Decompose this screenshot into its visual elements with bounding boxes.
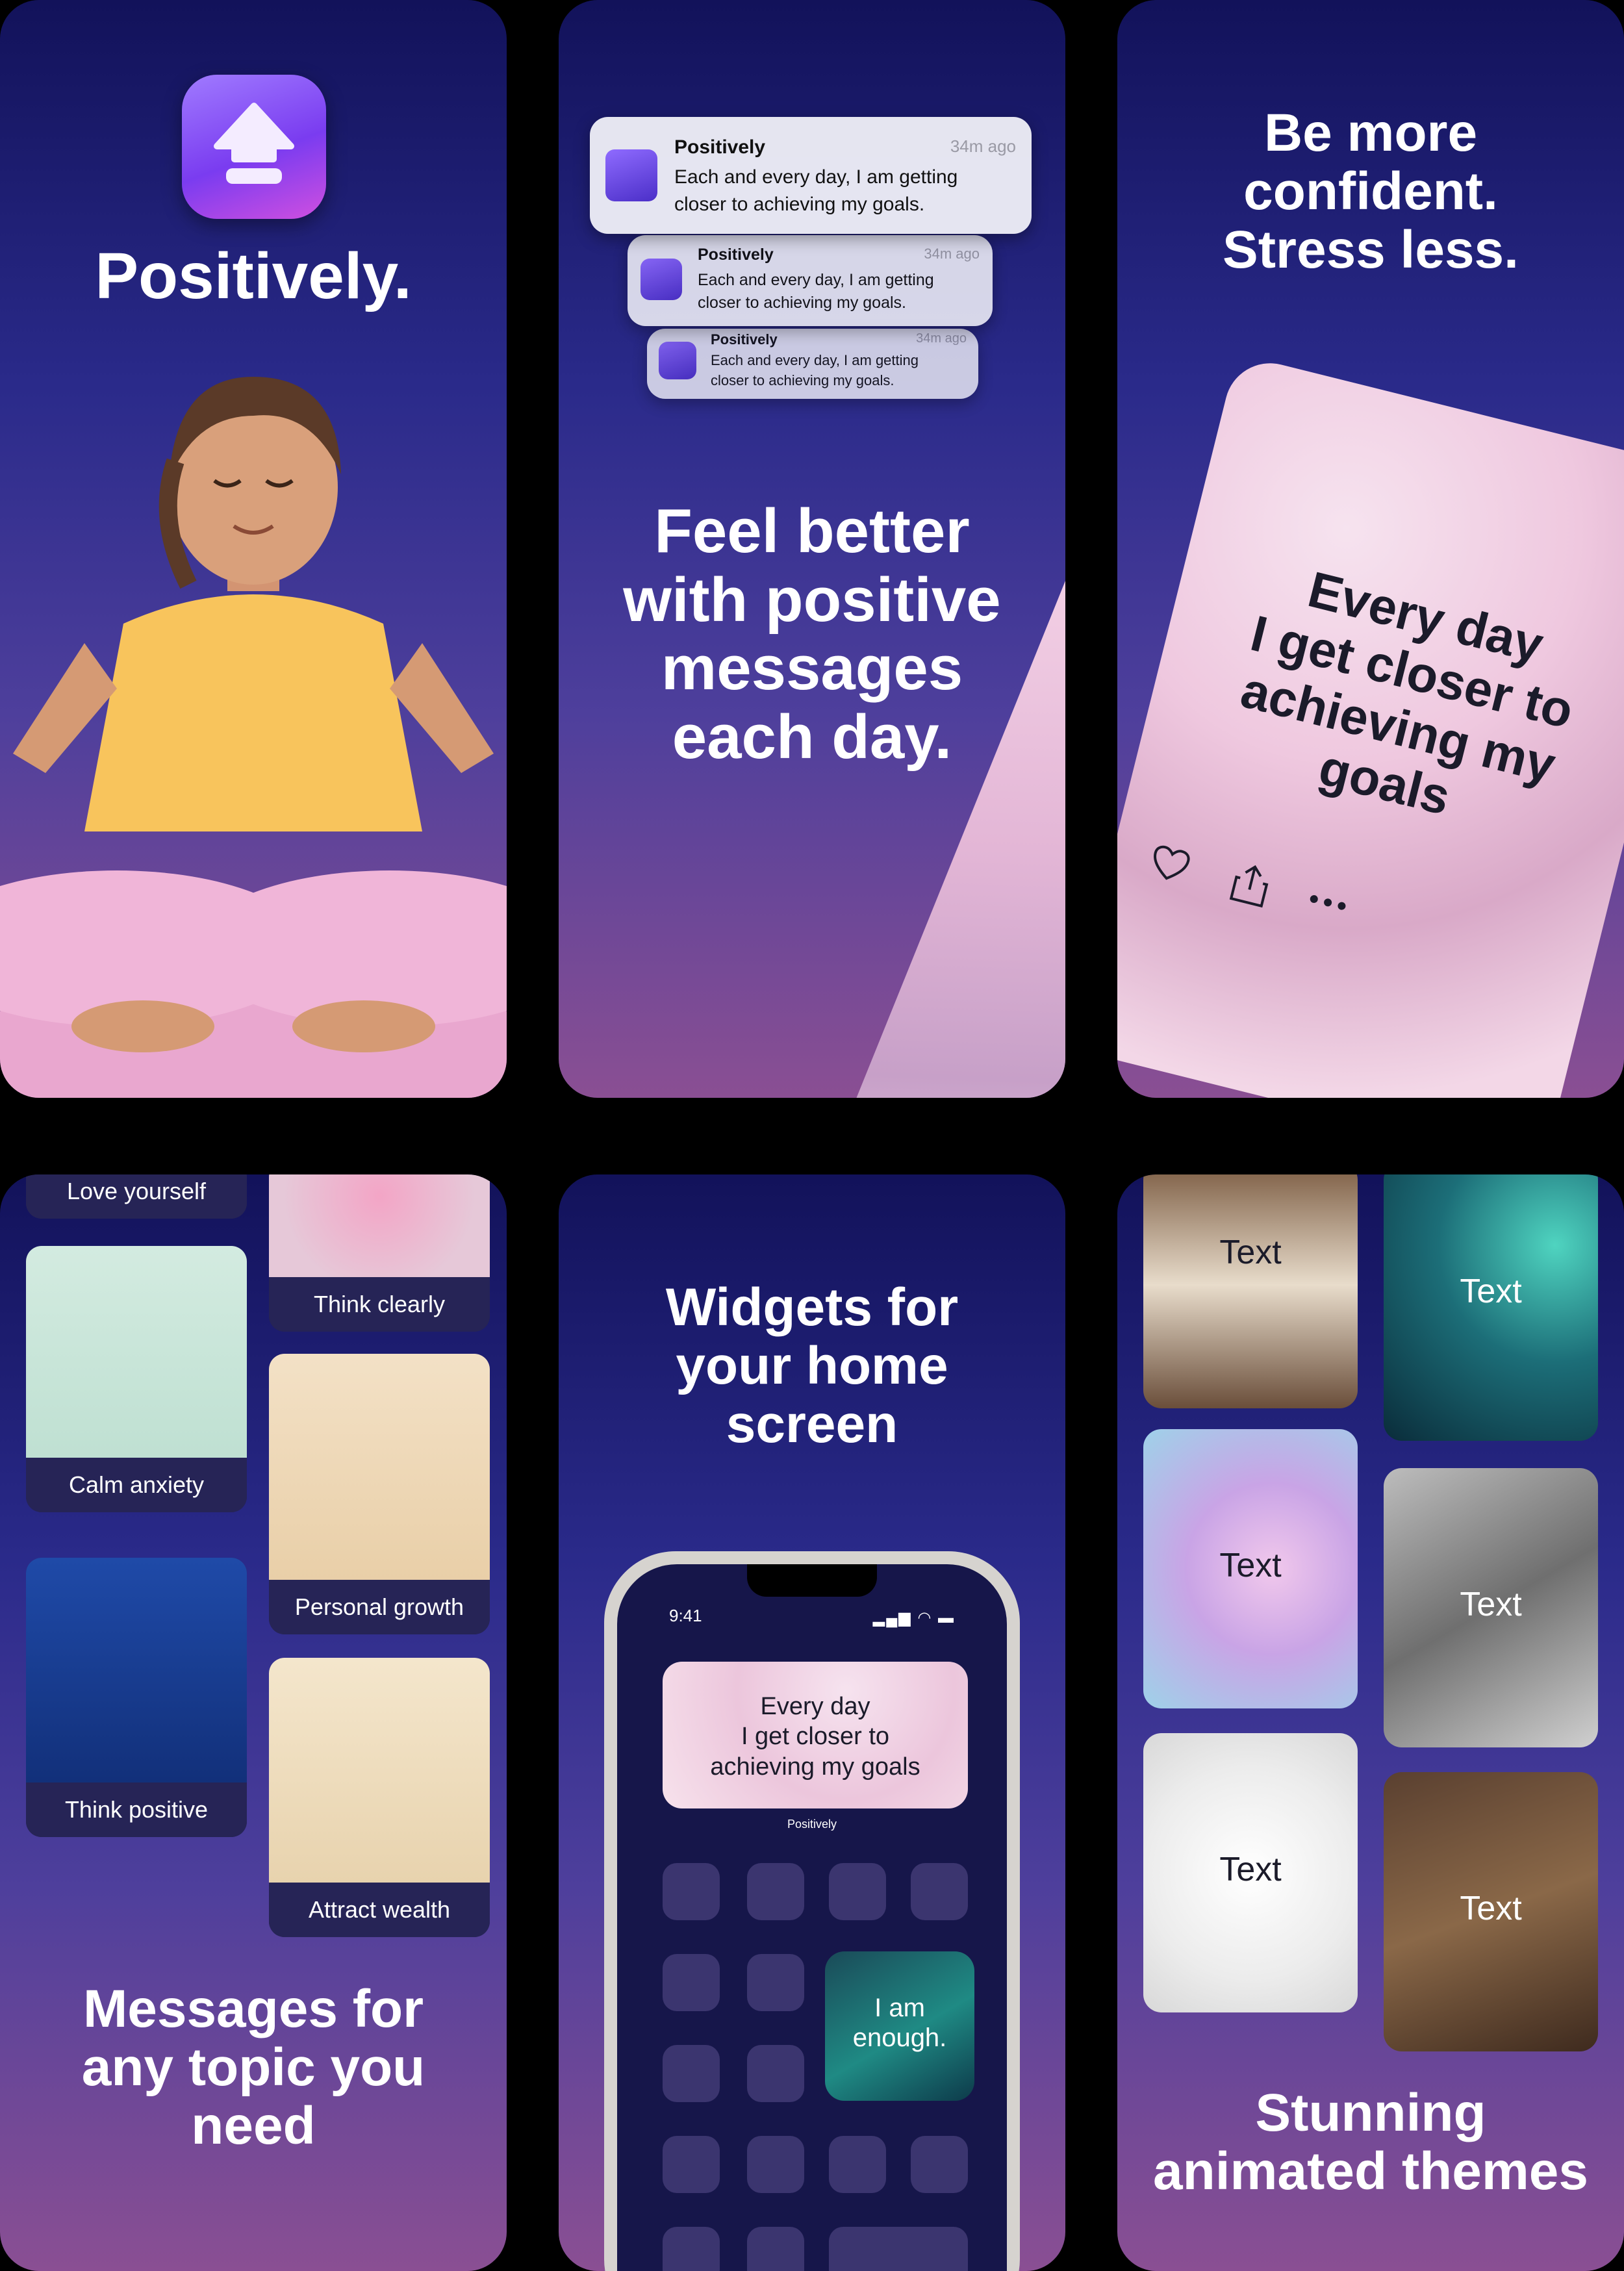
- screenshot-panel-widgets: Widgets for your home screen 9:41 ▂▄▆ ◠ ▬ …: [559, 1174, 1065, 2271]
- affirmation-text: Every day I get closer to achieving my goa…: [1236, 560, 1579, 826]
- panel-headline: Stunning animated themes: [1153, 2083, 1588, 2201]
- person-illustration: [269, 1354, 490, 1580]
- topic-card-love-yourself[interactable]: Love yourself: [26, 1174, 247, 1219]
- notification-app-name: Positively: [698, 246, 774, 264]
- topic-card-attract-wealth[interactable]: Attract wealth: [269, 1658, 490, 1937]
- share-icon[interactable]: [1228, 860, 1273, 909]
- app-notification-icon: [605, 149, 657, 201]
- topic-label: Think positive: [26, 1783, 247, 1837]
- theme-label: Text: [1460, 1890, 1522, 1927]
- dock-placeholder[interactable]: [829, 2227, 968, 2271]
- app-icon-placeholder[interactable]: [747, 1863, 804, 1920]
- arrow-up-icon: [214, 103, 294, 184]
- theme-card-crystal[interactable]: Text: [1143, 1429, 1358, 1708]
- app-icon-placeholder[interactable]: [663, 1863, 720, 1920]
- theme-card-cliff[interactable]: Text: [1143, 1174, 1358, 1408]
- topic-label: Love yourself: [26, 1174, 247, 1219]
- app-icon-placeholder[interactable]: [747, 2045, 804, 2102]
- notification-card[interactable]: Positively 34m ago Each and every day, I…: [647, 329, 978, 399]
- topic-label: Think clearly: [269, 1277, 490, 1332]
- topic-card-think-clearly[interactable]: Think clearly: [269, 1174, 490, 1332]
- notification-time: 34m ago: [950, 136, 1016, 156]
- widget-caption: Positively: [787, 1818, 837, 1831]
- theme-card-aurora[interactable]: Text: [1384, 1174, 1598, 1441]
- theme-label: Text: [1460, 1273, 1522, 1310]
- app-icon-placeholder[interactable]: [663, 2136, 720, 2193]
- notification-app-name: Positively: [711, 331, 778, 348]
- notification-card[interactable]: Positively 34m ago Each and every day, I…: [628, 235, 993, 326]
- affirmation-card[interactable]: Every day I get closer to achieving my goa…: [1117, 353, 1624, 1098]
- app-icon-placeholder[interactable]: [663, 2227, 720, 2271]
- app-icon-placeholder[interactable]: [829, 1863, 886, 1920]
- notification-time: 34m ago: [916, 331, 967, 346]
- theme-label: Text: [1219, 1547, 1282, 1584]
- app-icon-placeholder[interactable]: [911, 2136, 968, 2193]
- money-illustration: [269, 1658, 490, 1883]
- app-icon: [182, 75, 326, 219]
- plant-illustration: [26, 1246, 247, 1458]
- meditating-person-illustration: [0, 377, 507, 1098]
- topic-card-personal-growth[interactable]: Personal growth: [269, 1354, 490, 1634]
- app-icon-placeholder[interactable]: [911, 1863, 968, 1920]
- phone-mockup: 9:41 ▂▄▆ ◠ ▬ Every day I get closer to ach…: [604, 1551, 1020, 2271]
- theme-card-sand[interactable]: Text: [1384, 1468, 1598, 1747]
- theme-card-diamond[interactable]: Text: [1143, 1733, 1358, 2012]
- topic-label: Calm anxiety: [26, 1458, 247, 1512]
- theme-label: Text: [1219, 1851, 1282, 1888]
- theme-label: Text: [1460, 1586, 1522, 1623]
- notification-card[interactable]: Positively 34m ago Each and every day, I…: [590, 117, 1032, 234]
- screenshot-panel-themes: Text Text Text Text Text Text Stunning an…: [1117, 1174, 1624, 2271]
- panel-headline: Be more confident. Stress less.: [1223, 103, 1519, 280]
- more-options-icon[interactable]: [1308, 893, 1348, 912]
- notification-body: Each and every day, I am getting closer t…: [674, 166, 958, 215]
- notification-body: Each and every day, I am getting closer t…: [698, 271, 934, 312]
- phone-notch: [747, 1564, 877, 1597]
- app-title: Positively.: [95, 240, 412, 312]
- astronaut-dog-illustration: [26, 1558, 247, 1783]
- app-icon-placeholder[interactable]: [663, 1954, 720, 2011]
- app-icon-placeholder[interactable]: [663, 2045, 720, 2102]
- notification-time: 34m ago: [924, 246, 980, 262]
- screenshot-panel-intro: Positively.: [0, 0, 507, 1098]
- small-affirmation-widget[interactable]: I am enough.: [825, 1951, 974, 2101]
- topic-card-calm-anxiety[interactable]: Calm anxiety: [26, 1246, 247, 1512]
- status-icons: ▂▄▆ ◠ ▬: [872, 1609, 955, 1627]
- heart-icon[interactable]: [1147, 842, 1193, 887]
- notification-app-name: Positively: [674, 136, 766, 158]
- affirmation-widget[interactable]: Every day I get closer to achieving my goa…: [663, 1662, 968, 1808]
- brain-illustration: [269, 1174, 490, 1277]
- notification-body: Each and every day, I am getting closer t…: [711, 352, 919, 388]
- status-time: 9:41: [669, 1606, 702, 1625]
- screenshot-panel-confidence: Be more confident. Stress less. Every day I…: [1117, 0, 1624, 1098]
- app-notification-icon: [641, 259, 682, 300]
- panel-headline: Feel better with positive messages each da…: [623, 496, 1001, 772]
- app-icon-placeholder[interactable]: [747, 2136, 804, 2193]
- app-icon-placeholder[interactable]: [747, 2227, 804, 2271]
- small-widget-text: I am enough.: [852, 1994, 947, 2052]
- app-icon-placeholder[interactable]: [747, 1954, 804, 2011]
- widget-text: Every day I get closer to achieving my goa…: [710, 1693, 920, 1781]
- topic-card-think-positive[interactable]: Think positive: [26, 1558, 247, 1837]
- topic-label: Personal growth: [269, 1580, 490, 1634]
- topic-label: Attract wealth: [269, 1883, 490, 1937]
- screenshot-panel-topics: Love yourself Think clearly Calm anxiety…: [0, 1174, 507, 2271]
- app-notification-icon: [659, 342, 696, 379]
- theme-card-wood[interactable]: Text: [1384, 1772, 1598, 2051]
- app-icon-placeholder[interactable]: [829, 2136, 886, 2193]
- phone-screen: 9:41 ▂▄▆ ◠ ▬ Every day I get closer to ach…: [617, 1564, 1007, 2271]
- screenshot-panel-notifications: Positively 34m ago Each and every day, I…: [559, 0, 1065, 1098]
- panel-headline: Widgets for your home screen: [665, 1278, 959, 1454]
- theme-label: Text: [1219, 1234, 1282, 1271]
- panel-headline: Messages for any topic you need: [81, 1979, 425, 2156]
